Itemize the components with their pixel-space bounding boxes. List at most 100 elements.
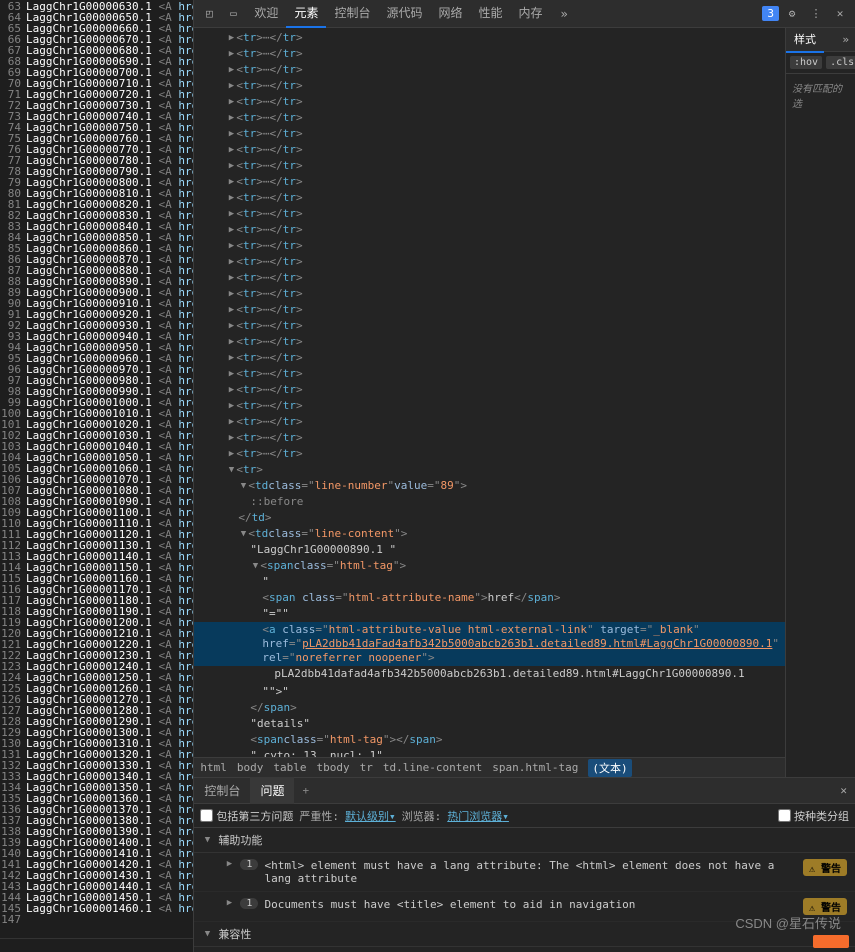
editor-line[interactable]: 74LaggChr1G00000750.1 <A href="pLA2dbb41… (0, 121, 193, 132)
tree-node-tr[interactable]: ▶<tr> ⋯ </tr> (194, 430, 785, 446)
styles-more-icon[interactable]: » (836, 33, 855, 46)
editor-line[interactable]: 115LaggChr1G00001160.1 <A href="pLA2dbb4… (0, 572, 193, 583)
group-by-type-checkbox[interactable]: 按种类分组 (778, 808, 849, 824)
editor-line[interactable]: 108LaggChr1G00001090.1 <A href="pLA2dbb4… (0, 495, 193, 506)
breadcrumb-item[interactable]: body (237, 761, 264, 774)
editor-line[interactable]: 109LaggChr1G00001100.1 <A href="pLA2dbb4… (0, 506, 193, 517)
editor-line[interactable]: 88LaggChr1G00000890.1 <A href="pLA2dbb41… (0, 275, 193, 286)
devtools-tab-源代码[interactable]: 源代码 (378, 0, 430, 28)
editor-line[interactable]: 77LaggChr1G00000780.1 <A href="pLA2dbb41… (0, 154, 193, 165)
tree-node-tr[interactable]: ▶<tr> ⋯ </tr> (194, 302, 785, 318)
editor-line[interactable]: 122LaggChr1G00001230.1 <A href="pLA2dbb4… (0, 649, 193, 660)
editor-line[interactable]: 67LaggChr1G00000680.1 <A href="pLA2dbb41… (0, 44, 193, 55)
editor-line[interactable]: 118LaggChr1G00001190.1 <A href="pLA2dbb4… (0, 605, 193, 616)
inspect-icon[interactable]: ◰ (198, 3, 220, 25)
tree-node-td-content[interactable]: ▼<td class="line-content"> (194, 526, 785, 542)
editor-line[interactable]: 145LaggChr1G00001460.1 <A href="pLA2dbb4… (0, 902, 193, 913)
editor-line[interactable]: 116LaggChr1G00001170.1 <A href="pLA2dbb4… (0, 583, 193, 594)
editor-line[interactable]: 71LaggChr1G00000720.1 <A href="pLA2dbb41… (0, 88, 193, 99)
tree-node-tr[interactable]: ▶<tr> ⋯ </tr> (194, 110, 785, 126)
editor-line[interactable]: 114LaggChr1G00001150.1 <A href="pLA2dbb4… (0, 561, 193, 572)
editor-line[interactable]: 83LaggChr1G00000840.1 <A href="pLA2dbb41… (0, 220, 193, 231)
editor-line[interactable]: 130LaggChr1G00001310.1 <A href="pLA2dbb4… (0, 737, 193, 748)
editor-line[interactable]: 140LaggChr1G00001410.1 <A href="pLA2dbb4… (0, 847, 193, 858)
editor-line[interactable]: 64LaggChr1G00000650.1 <A href="pLA2dbb41… (0, 11, 193, 22)
issue-section[interactable]: ▼辅助功能 (194, 828, 855, 853)
editor-line[interactable]: 136LaggChr1G00001370.1 <A href="pLA2dbb4… (0, 803, 193, 814)
console-tab-控制台[interactable]: 控制台 (194, 777, 250, 804)
tree-node-tr[interactable]: ▶<tr> ⋯ </tr> (194, 318, 785, 334)
tree-node-tr[interactable]: ▶<tr> ⋯ </tr> (194, 334, 785, 350)
editor-line[interactable]: 125LaggChr1G00001260.1 <A href="pLA2dbb4… (0, 682, 193, 693)
editor-line[interactable]: 99LaggChr1G00001000.1 <A href="pLA2dbb41… (0, 396, 193, 407)
tree-node-tr[interactable]: ▶<tr> ⋯ </tr> (194, 174, 785, 190)
tree-node-tr[interactable]: ▶<tr> ⋯ </tr> (194, 350, 785, 366)
editor-line[interactable]: 124LaggChr1G00001250.1 <A href="pLA2dbb4… (0, 671, 193, 682)
tree-node-tr[interactable]: ▶<tr> ⋯ </tr> (194, 30, 785, 46)
tree-node-tr[interactable]: ▶<tr> ⋯ </tr> (194, 398, 785, 414)
console-tab-问题[interactable]: 问题 (250, 777, 294, 804)
console-close-icon[interactable]: ✕ (832, 784, 855, 797)
editor-line[interactable]: 70LaggChr1G00000710.1 <A href="pLA2dbb41… (0, 77, 193, 88)
devtools-tab-网络[interactable]: 网络 (430, 0, 470, 28)
editor-line[interactable]: 111LaggChr1G00001120.1 <A href="pLA2dbb4… (0, 528, 193, 539)
editor-line[interactable]: 107LaggChr1G00001080.1 <A href="pLA2dbb4… (0, 484, 193, 495)
tree-node-tr[interactable]: ▶<tr> ⋯ </tr> (194, 142, 785, 158)
editor-line[interactable]: 82LaggChr1G00000830.1 <A href="pLA2dbb41… (0, 209, 193, 220)
editor-lines[interactable]: 63LaggChr1G00000630.1 <A href="pLA2dbb41… (0, 0, 193, 938)
editor-line[interactable]: 94LaggChr1G00000950.1 <A href="pLA2dbb41… (0, 341, 193, 352)
tree-node-tr[interactable]: ▶<tr> ⋯ </tr> (194, 206, 785, 222)
editor-line[interactable]: 137LaggChr1G00001380.1 <A href="pLA2dbb4… (0, 814, 193, 825)
editor-line[interactable]: 63LaggChr1G00000630.1 <A href="pLA2dbb41… (0, 0, 193, 11)
tree-node-link[interactable]: <a class="html-attribute-value html-exte… (194, 622, 785, 666)
editor-line[interactable]: 123LaggChr1G00001240.1 <A href="pLA2dbb4… (0, 660, 193, 671)
breadcrumb-item[interactable]: td.line-content (383, 761, 482, 774)
tree-node-span2[interactable]: <span class="html-tag"></span> (194, 732, 785, 748)
issues-list[interactable]: ▼辅助功能▶1<html> element must have a lang a… (194, 828, 855, 952)
editor-line[interactable]: 110LaggChr1G00001110.1 <A href="pLA2dbb4… (0, 517, 193, 528)
hov-toggle[interactable]: :hov (790, 56, 822, 69)
editor-line[interactable]: 65LaggChr1G00000660.1 <A href="pLA2dbb41… (0, 22, 193, 33)
tree-node-pseudo[interactable]: ::before (194, 494, 785, 510)
editor-line[interactable]: 133LaggChr1G00001340.1 <A href="pLA2dbb4… (0, 770, 193, 781)
tree-text[interactable]: " (194, 574, 785, 590)
tree-node-span-attr[interactable]: <span class="html-attribute-name">href</… (194, 590, 785, 606)
settings-icon[interactable]: ⚙ (781, 3, 803, 25)
tree-text[interactable]: "">" (194, 684, 785, 700)
add-tab-icon[interactable]: + (296, 781, 315, 800)
issue-item[interactable]: ▶1<html> element must have a lang attrib… (194, 853, 855, 892)
breadcrumb-item[interactable]: tbody (317, 761, 350, 774)
tree-node-tr[interactable]: ▶<tr> ⋯ </tr> (194, 126, 785, 142)
editor-line[interactable]: 113LaggChr1G00001140.1 <A href="pLA2dbb4… (0, 550, 193, 561)
editor-line[interactable]: 100LaggChr1G00001010.1 <A href="pLA2dbb4… (0, 407, 193, 418)
devtools-tab-元素[interactable]: 元素 (286, 0, 326, 28)
editor-line[interactable]: 131LaggChr1G00001320.1 <A href="pLA2dbb4… (0, 748, 193, 759)
editor-line[interactable]: 139LaggChr1G00001400.1 <A href="pLA2dbb4… (0, 836, 193, 847)
editor-line[interactable]: 112LaggChr1G00001130.1 <A href="pLA2dbb4… (0, 539, 193, 550)
editor-line[interactable]: 97LaggChr1G00000980.1 <A href="pLA2dbb41… (0, 374, 193, 385)
tree-text[interactable]: "details" (194, 716, 785, 732)
tree-link-text[interactable]: pLA2dbb41dafad4afb342b5000abcb263b1.deta… (194, 666, 785, 682)
editor-line[interactable]: 126LaggChr1G00001270.1 <A href="pLA2dbb4… (0, 693, 193, 704)
customize-icon[interactable]: ⋮ (805, 3, 827, 25)
editor-line[interactable]: 144LaggChr1G00001450.1 <A href="pLA2dbb4… (0, 891, 193, 902)
tree-node-tr[interactable]: ▶<tr> ⋯ </tr> (194, 94, 785, 110)
tree-node-tr[interactable]: ▶<tr> ⋯ </tr> (194, 62, 785, 78)
tree-node-tr-expanded[interactable]: ▼<tr> (194, 462, 785, 478)
more-tabs[interactable]: » (553, 2, 576, 26)
editor-line[interactable]: 103LaggChr1G00001040.1 <A href="pLA2dbb4… (0, 440, 193, 451)
tree-node-td-close[interactable]: </td> (194, 510, 785, 526)
tree-node-tr[interactable]: ▶<tr> ⋯ </tr> (194, 238, 785, 254)
editor-line[interactable]: 129LaggChr1G00001300.1 <A href="pLA2dbb4… (0, 726, 193, 737)
tree-node-tr[interactable]: ▶<tr> ⋯ </tr> (194, 446, 785, 462)
editor-line[interactable]: 117LaggChr1G00001180.1 <A href="pLA2dbb4… (0, 594, 193, 605)
editor-line[interactable]: 91LaggChr1G00000920.1 <A href="pLA2dbb41… (0, 308, 193, 319)
device-icon[interactable]: ▭ (222, 3, 244, 25)
tree-node-tr[interactable]: ▶<tr> ⋯ </tr> (194, 414, 785, 430)
editor-line[interactable]: 128LaggChr1G00001290.1 <A href="pLA2dbb4… (0, 715, 193, 726)
editor-line[interactable]: 138LaggChr1G00001390.1 <A href="pLA2dbb4… (0, 825, 193, 836)
cls-toggle[interactable]: .cls (826, 56, 855, 69)
browser-dropdown[interactable]: 热门浏览器▾ (447, 808, 509, 824)
editor-line[interactable]: 96LaggChr1G00000970.1 <A href="pLA2dbb41… (0, 363, 193, 374)
editor-line[interactable]: 75LaggChr1G00000760.1 <A href="pLA2dbb41… (0, 132, 193, 143)
